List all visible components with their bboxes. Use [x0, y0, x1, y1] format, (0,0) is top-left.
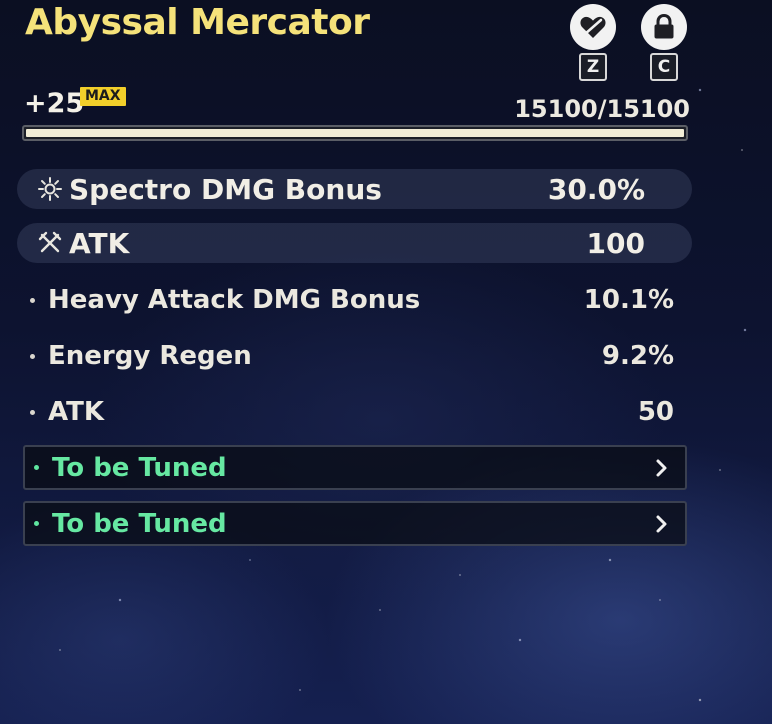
exp-bar [22, 125, 688, 141]
spectro-icon [35, 174, 65, 204]
sub-stat-value: 9.2% [601, 341, 674, 371]
bullet-icon [30, 409, 35, 415]
max-badge: MAX [80, 87, 126, 106]
sub-stat-name: ATK [48, 397, 104, 427]
echo-level: +25 [24, 88, 85, 119]
bullet-icon [30, 353, 35, 359]
discard-button[interactable] [570, 4, 616, 50]
main-stat-value: 30.0% [547, 172, 645, 206]
heart-slash-icon [580, 16, 606, 38]
main-stat-row: Spectro DMG Bonus 30.0% [17, 169, 692, 209]
exp-counter: 15100/15100 [514, 95, 690, 123]
sub-stat-row: Heavy Attack DMG Bonus 10.1% [30, 282, 674, 318]
main-stat-value: 100 [586, 226, 645, 260]
echo-name: Abyssal Mercator [25, 2, 370, 43]
discard-hotkey: Z [579, 53, 607, 81]
chevron-right-icon [655, 458, 669, 478]
main-stat-name: ATK [69, 226, 130, 260]
sub-stat-row: Energy Regen 9.2% [30, 338, 674, 374]
sub-stat-name: Energy Regen [48, 341, 252, 371]
sub-stat-name: Heavy Attack DMG Bonus [48, 285, 421, 315]
lock-icon [654, 13, 674, 39]
tune-slot-label: To be Tuned [52, 508, 227, 539]
sub-stat-value: 10.1% [583, 285, 674, 315]
tune-slot-label: To be Tuned [52, 452, 227, 483]
sub-stat-value: 50 [637, 397, 674, 427]
lock-button[interactable] [641, 4, 687, 50]
sub-stat-row: ATK 50 [30, 394, 674, 430]
chevron-right-icon [655, 514, 669, 534]
bullet-icon [34, 465, 39, 470]
tune-slot-button[interactable]: To be Tuned [23, 445, 687, 490]
bullet-icon [30, 297, 35, 303]
atk-swords-icon [35, 228, 65, 258]
bullet-icon [34, 521, 39, 526]
tune-slot-button[interactable]: To be Tuned [23, 501, 687, 546]
lock-hotkey: C [650, 53, 678, 81]
main-stat-row: ATK 100 [17, 223, 692, 263]
exp-bar-fill [26, 129, 684, 137]
main-stat-name: Spectro DMG Bonus [69, 172, 382, 206]
